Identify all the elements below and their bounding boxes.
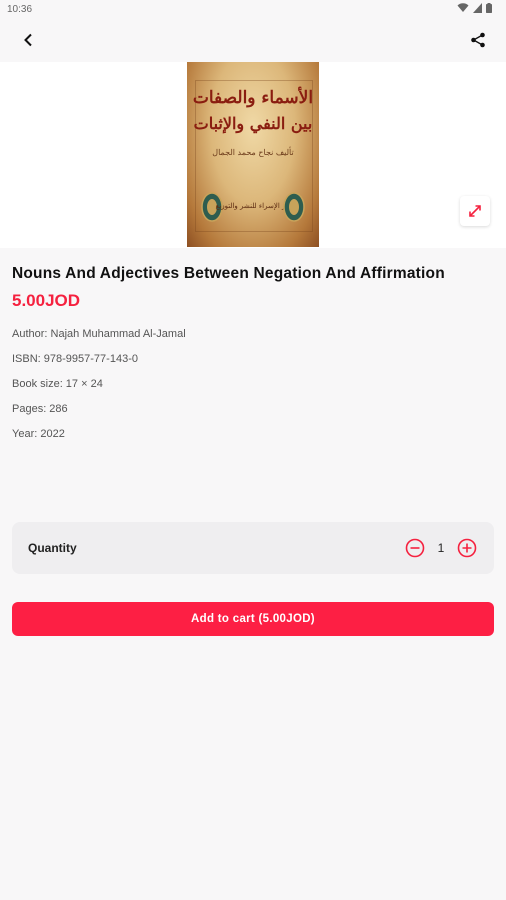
cover-title-line2: بين النفي والإثبات <box>193 114 313 133</box>
quantity-label: Quantity <box>28 541 77 555</box>
product-title: Nouns And Adjectives Between Negation An… <box>12 265 445 282</box>
wifi-icon <box>457 3 469 12</box>
book-size-info: Book size: 17 × 24 <box>12 378 103 390</box>
cover-title-line1: الأسماء والصفات <box>192 88 314 108</box>
pages-info: Pages: 286 <box>12 403 68 415</box>
share-icon <box>471 32 485 48</box>
cover-subtitle: تأليف نجاح محمد الجمال <box>212 148 294 157</box>
back-arrow-icon <box>24 33 32 47</box>
add-to-cart-button[interactable]: Add to cart (5.00JOD) <box>12 602 494 636</box>
signal-icon <box>473 3 482 13</box>
book-cover-image[interactable]: الأسماء والصفات بين النفي والإثبات تأليف… <box>187 62 319 247</box>
quantity-value: 1 <box>437 541 445 555</box>
back-button[interactable] <box>14 28 42 52</box>
battery-icon <box>486 3 492 13</box>
app-bar <box>0 18 506 62</box>
increase-quantity-button[interactable] <box>456 537 478 559</box>
ornament-medallion-icon <box>283 192 305 222</box>
product-image-area: الأسماء والصفات بين النفي والإثبات تأليف… <box>0 62 506 248</box>
fullscreen-button[interactable] <box>460 196 490 226</box>
share-button[interactable] <box>464 28 492 52</box>
quantity-stepper: 1 <box>404 537 478 559</box>
minus-circle-icon <box>405 538 425 558</box>
author-info: Author: Najah Muhammad Al-Jamal <box>12 328 186 340</box>
decrease-quantity-button[interactable] <box>404 537 426 559</box>
fullscreen-icon <box>469 205 481 217</box>
status-time: 10:36 <box>7 4 33 15</box>
product-price: 5.00JOD <box>12 291 81 310</box>
status-icons <box>457 3 492 13</box>
plus-circle-icon <box>457 538 477 558</box>
quantity-card: Quantity 1 <box>12 522 494 574</box>
year-info: Year: 2022 <box>12 428 65 440</box>
isbn-info: ISBN: 978-9957-77-143-0 <box>12 353 138 365</box>
status-bar: 10:36 <box>0 0 506 18</box>
